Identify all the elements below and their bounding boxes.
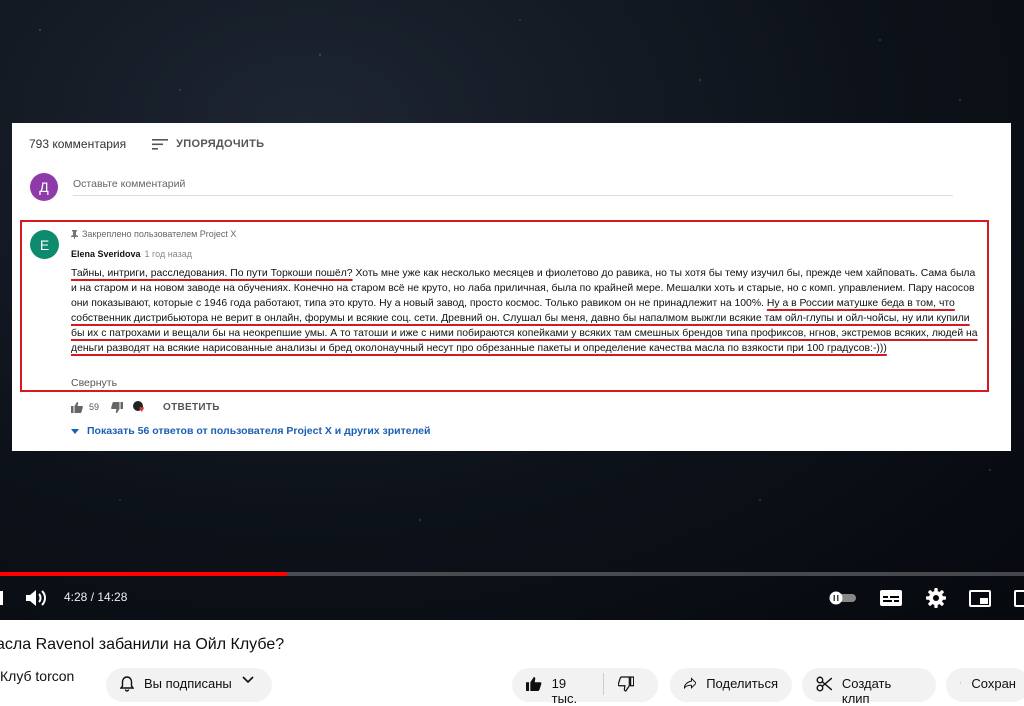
video-title: асла Ravenol забанили на Ойл Клубе? [0,636,284,654]
volume-icon [26,589,48,607]
video-player[interactable]: 793 комментария УПОРЯДОЧИТЬ Д Оставьте к… [0,0,1024,620]
comment-author: Elena Sveridova [71,249,141,259]
comment-text: Тайны, интриги, расследования. По пути Т… [71,266,983,356]
add-comment-row: Д Оставьте комментарий [30,173,953,201]
miniplayer-button[interactable] [969,582,991,614]
clip-label: Создать клип [842,676,922,706]
save-button[interactable]: Сохран [946,668,1024,702]
caret-down-icon [71,429,79,434]
scissors-icon [816,676,832,692]
comment-time: 1 год назад [145,249,192,259]
like-icon [526,676,542,692]
creator-heart-icon: ♥ [133,401,147,413]
dislike-icon [618,676,634,692]
add-comment-input: Оставьте комментарий [73,178,953,196]
reply-button: ОТВЕТИТЬ [163,402,220,413]
subtitles-button[interactable] [880,582,902,614]
comments-header: 793 комментария УПОРЯДОЧИТЬ [29,137,264,151]
volume-button[interactable] [26,582,48,614]
bell-icon [120,676,134,692]
miniplayer-icon [969,590,991,607]
save-playlist-icon [960,676,961,690]
like-count: 59 [89,402,99,412]
sort-icon [152,139,168,150]
autoplay-toggle[interactable] [828,582,858,614]
comments-count: 793 комментария [29,137,126,151]
next-icon [0,591,3,605]
comment-actions: 59 ♥ ОТВЕТИТЬ [71,401,220,413]
share-label: Поделиться [706,676,778,691]
gear-icon [926,588,946,608]
subscribed-button[interactable]: Вы подписаны [106,668,272,702]
settings-button[interactable] [926,582,946,614]
next-button[interactable] [0,582,8,614]
time-total: 14:28 [97,590,127,604]
sort-label: УПОРЯДОЧИТЬ [176,138,264,150]
pin-icon [71,230,78,239]
comment-author-line: Elena Sveridova 1 год назад [71,249,192,259]
save-label: Сохран [971,676,1016,691]
sort-button: УПОРЯДОЧИТЬ [152,138,264,150]
video-like-count: 19 тыс. [552,676,590,706]
pinned-note: Закреплено пользователем Project X [71,229,236,239]
time-separator: / [87,590,97,604]
theater-icon [1014,590,1024,607]
subscribed-label: Вы подписаны [144,676,232,691]
time-display: 4:28 / 14:28 [64,590,127,604]
commenter-avatar: E [30,230,59,259]
user-avatar: Д [30,173,58,201]
comment-screenshot-frame: 793 комментария УПОРЯДОЧИТЬ Д Оставьте к… [12,123,1011,451]
show-replies-label: Показать 56 ответов от пользователя Proj… [87,425,430,437]
share-button[interactable]: Поделиться [670,668,792,702]
progress-bar-fill [0,572,287,576]
thumbs-down-icon [111,402,123,413]
subtitles-icon [880,590,902,606]
comment-text-underlined-1: Тайны, интриги, расследования. По пути Т… [71,268,353,279]
share-icon [684,676,696,691]
like-dislike-group[interactable]: 19 тыс. [512,668,658,702]
clip-button[interactable]: Создать клип [802,668,936,702]
time-current: 4:28 [64,590,87,604]
progress-bar[interactable] [0,572,1024,576]
collapse-link: Свернуть [71,377,117,389]
channel-name[interactable]: Клуб torcon [0,668,74,684]
show-replies-link: Показать 56 ответов от пользователя Proj… [71,425,430,437]
autoplay-toggle-icon [828,591,858,605]
chevron-down-icon [242,676,254,684]
like-divider [603,673,604,695]
thumbs-up-icon [71,402,83,413]
pinned-text: Закреплено пользователем Project X [82,229,236,239]
theater-button[interactable] [1014,582,1024,614]
player-controls: 4:28 / 14:28 [0,582,1024,616]
